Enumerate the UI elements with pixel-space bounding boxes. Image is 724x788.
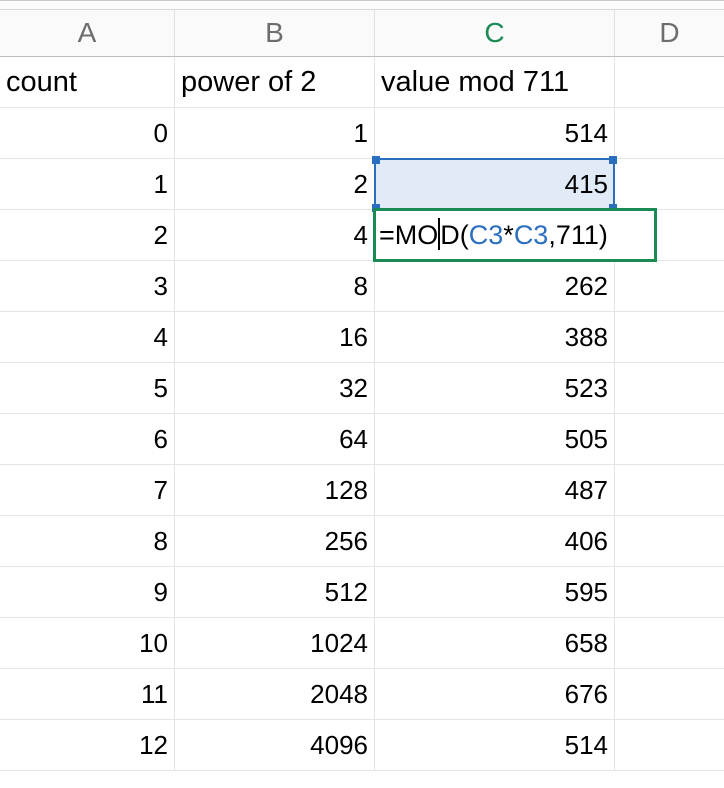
cell-B5[interactable]: 8	[175, 261, 375, 312]
formula-token-comma: ,	[548, 220, 556, 250]
cell-D5[interactable]	[615, 261, 724, 312]
cell-D8[interactable]	[615, 414, 724, 465]
cell-A13[interactable]: 11	[0, 669, 175, 720]
column-header-A[interactable]: A	[0, 10, 175, 57]
cell-A10[interactable]: 8	[0, 516, 175, 567]
cell-D14[interactable]	[615, 720, 724, 771]
cell-C6[interactable]: 388	[375, 312, 615, 363]
cell-B12[interactable]: 1024	[175, 618, 375, 669]
cell-C13[interactable]: 676	[375, 669, 615, 720]
cell-A4[interactable]: 2	[0, 210, 175, 261]
cell-C4[interactable]: =MOD(C3*C3,711)	[375, 210, 615, 261]
cell-B6[interactable]: 16	[175, 312, 375, 363]
cell-C11[interactable]: 595	[375, 567, 615, 618]
cell-grid[interactable]: A B C D count power of 2 value mod 711 0…	[0, 10, 724, 771]
cell-C5[interactable]: 262	[375, 261, 615, 312]
cell-B7[interactable]: 32	[175, 363, 375, 414]
cell-A2[interactable]: 0	[0, 108, 175, 159]
cell-A1[interactable]: count	[0, 57, 175, 108]
cell-C2[interactable]: 514	[375, 108, 615, 159]
cell-A11[interactable]: 9	[0, 567, 175, 618]
cell-D11[interactable]	[615, 567, 724, 618]
cell-D1[interactable]	[615, 57, 724, 108]
cell-C14[interactable]: 514	[375, 720, 615, 771]
cell-D13[interactable]	[615, 669, 724, 720]
cell-D12[interactable]	[615, 618, 724, 669]
formula-token-equals: =	[379, 220, 395, 250]
column-header-B[interactable]: B	[175, 10, 375, 57]
formula-token-function: D	[440, 220, 460, 250]
formula-token-cellref: C3	[514, 220, 549, 250]
cell-A14[interactable]: 12	[0, 720, 175, 771]
column-header-C[interactable]: C	[375, 10, 615, 57]
cell-B14[interactable]: 4096	[175, 720, 375, 771]
cell-C9[interactable]: 487	[375, 465, 615, 516]
cell-D3[interactable]	[615, 159, 724, 210]
window-top-rule	[0, 0, 724, 10]
cell-B11[interactable]: 512	[175, 567, 375, 618]
cell-A12[interactable]: 10	[0, 618, 175, 669]
cell-B4[interactable]: 4	[175, 210, 375, 261]
cell-A7[interactable]: 5	[0, 363, 175, 414]
cell-C8[interactable]: 505	[375, 414, 615, 465]
formula-token-number: 711	[556, 220, 599, 250]
formula-token-cellref: C3	[469, 220, 504, 250]
cell-D7[interactable]	[615, 363, 724, 414]
cell-D9[interactable]	[615, 465, 724, 516]
cell-B2[interactable]: 1	[175, 108, 375, 159]
cell-C3[interactable]: 415	[375, 159, 615, 210]
cell-C10[interactable]: 406	[375, 516, 615, 567]
cell-D4[interactable]	[615, 210, 724, 261]
cell-B8[interactable]: 64	[175, 414, 375, 465]
cell-C3-value: 415	[565, 169, 608, 199]
cell-A5[interactable]: 3	[0, 261, 175, 312]
formula-token-function: MO	[395, 220, 439, 250]
formula-token-open-paren: (	[460, 220, 469, 250]
formula-token-close-paren: )	[599, 220, 608, 250]
cell-A9[interactable]: 7	[0, 465, 175, 516]
cell-D10[interactable]	[615, 516, 724, 567]
cell-A8[interactable]: 6	[0, 414, 175, 465]
cell-C7[interactable]: 523	[375, 363, 615, 414]
cell-C1[interactable]: value mod 711	[375, 57, 615, 108]
formula-editor[interactable]: =MOD(C3*C3,711)	[379, 210, 608, 261]
cell-B13[interactable]: 2048	[175, 669, 375, 720]
cell-B10[interactable]: 256	[175, 516, 375, 567]
formula-token-star: *	[503, 220, 514, 250]
cell-C12[interactable]: 658	[375, 618, 615, 669]
spreadsheet-viewport[interactable]: A B C D count power of 2 value mod 711 0…	[0, 0, 724, 771]
cell-D2[interactable]	[615, 108, 724, 159]
cell-A3[interactable]: 1	[0, 159, 175, 210]
cell-A6[interactable]: 4	[0, 312, 175, 363]
column-header-D[interactable]: D	[615, 10, 724, 57]
cell-B3[interactable]: 2	[175, 159, 375, 210]
cell-B1[interactable]: power of 2	[175, 57, 375, 108]
cell-B9[interactable]: 128	[175, 465, 375, 516]
cell-D6[interactable]	[615, 312, 724, 363]
